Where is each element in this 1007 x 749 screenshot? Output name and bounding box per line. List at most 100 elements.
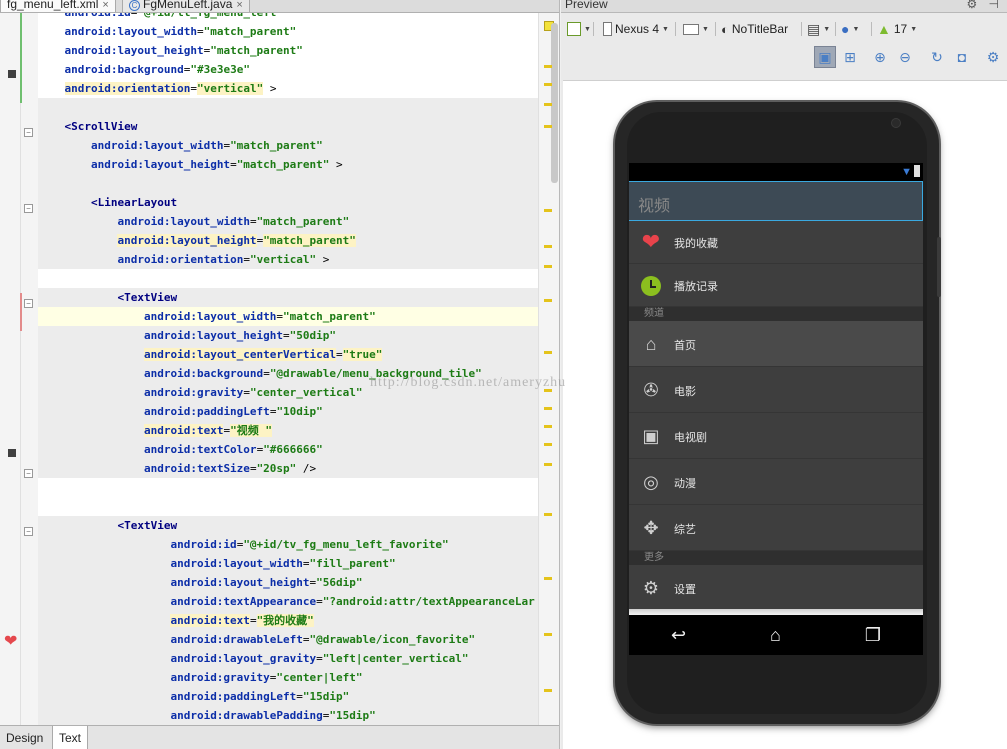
tab-fgmenuleft-java[interactable]: C FgMenuLeft.java × (122, 0, 250, 12)
device-label: Nexus 4 (615, 22, 660, 36)
fold-icon[interactable]: − (24, 128, 33, 137)
tab-label: FgMenuLeft.java (143, 0, 233, 11)
xml-value: "@+id/ll_fg_menu_left" (137, 13, 283, 19)
xml-attribute: android:paddingLeft (170, 690, 297, 703)
menu-item-anime[interactable]: ◎ 动漫 (629, 459, 923, 505)
theme-dropdown[interactable]: ◐ NoTitleBar (721, 18, 788, 40)
fold-icon[interactable]: − (24, 527, 33, 536)
home-icon[interactable]: ⌂ (770, 625, 781, 646)
code-line: android:layout_width="match_parent" (38, 136, 538, 155)
xml-value: "?android:attr/textAppearanceLar (322, 595, 535, 608)
device-screen: ▼ 视频 ❤ 我的收藏 播放记录 频道 ⌂ 首页 ✇ 电影 ▣ 电视剧 ◎ 动漫… (629, 163, 923, 655)
menu-item-home[interactable]: ⌂ 首页 (629, 321, 923, 367)
bookmark-icon[interactable] (8, 449, 16, 457)
preview-settings-button[interactable]: ⚙ (982, 46, 1004, 68)
tab-label: fg_menu_left.xml (7, 0, 99, 11)
chevron-down-icon: ▼ (702, 25, 709, 33)
camera-icon: ✥ (643, 517, 659, 538)
chevron-down-icon: ▼ (823, 25, 831, 33)
menu-header[interactable]: 视频 (629, 181, 923, 221)
android-icon: ▲ (877, 21, 891, 37)
code-line: android:layout_centerVertical="true" (38, 345, 538, 364)
fold-icon[interactable]: − (24, 299, 33, 308)
menu-item-label: 首页 (674, 340, 696, 352)
zoom-in-button[interactable]: ⊕ (869, 46, 891, 68)
menu-item-settings[interactable]: ⚙ 设置 (629, 565, 923, 611)
fold-icon[interactable]: − (24, 204, 33, 213)
code-line: android:text="视频 " (38, 421, 538, 440)
code-area[interactable]: android:id="@+id/ll_fg_menu_left" androi… (38, 13, 538, 725)
menu-item-favorite[interactable]: ❤ 我的收藏 (629, 221, 923, 264)
xml-attribute: android:layout_height (143, 329, 284, 342)
refresh-button[interactable]: ↻ (926, 46, 948, 68)
theme-icon: ◐ (721, 21, 729, 37)
palette-icon (567, 22, 581, 36)
xml-value: "#3e3e3e" (190, 63, 250, 76)
device-side-button (937, 237, 941, 297)
code-line: android:background="#3e3e3e" (64, 63, 250, 76)
menu-item-label: 动漫 (674, 478, 696, 490)
xml-value: "center|left" (276, 671, 363, 684)
theme-label: NoTitleBar (731, 22, 789, 36)
rotate-icon (683, 23, 699, 35)
xml-value: "vertical" (249, 253, 317, 266)
code-line: android:id="@+id/tv_fg_menu_left_favorit… (38, 535, 538, 554)
menu-item-label: 设置 (674, 584, 696, 596)
heart-icon: ❤ (641, 229, 661, 254)
gear-icon: ⚙ (986, 48, 1000, 65)
menu-item-history[interactable]: 播放记录 (629, 264, 923, 307)
orientation-dropdown[interactable]: ▼ (683, 18, 709, 40)
bookmark-icon[interactable] (8, 70, 16, 78)
preview-header: Preview ⚙ ⊣ (561, 0, 1007, 13)
xml-attribute: android:paddingLeft (143, 405, 270, 418)
editor-gutter: − − − − − ❤ (0, 13, 38, 725)
zoom-actual-button[interactable]: ⊞ (839, 46, 861, 68)
phone-icon (603, 22, 612, 36)
code-line: android:id="@+id/ll_fg_menu_left" (38, 13, 538, 22)
zoom-out-button[interactable]: ⊖ (894, 46, 916, 68)
xml-value: "match_parent" (230, 139, 323, 152)
xml-value: "left|center_vertical" (322, 652, 469, 665)
code-line: android:layout_width="match_parent" (38, 307, 538, 326)
palette-dropdown[interactable]: ▼ (567, 18, 591, 40)
locale-dropdown[interactable]: ● ▼ (841, 18, 859, 40)
close-icon[interactable]: × (236, 0, 242, 11)
preview-settings-icon[interactable]: ⚙ ⊣ (966, 0, 1003, 11)
xml-value: "@+id/tv_fg_menu_left_favorite" (243, 538, 449, 551)
back-icon[interactable]: ↩ (671, 625, 686, 646)
screenshot-button[interactable]: ◘ (951, 46, 973, 68)
xml-attribute: android:drawablePadding (170, 709, 323, 722)
zoom-actual-icon: ⊞ (844, 48, 856, 65)
recents-icon[interactable]: ❐ (865, 625, 881, 646)
code-line: android:paddingLeft="10dip" (38, 402, 538, 421)
editor-tab-bar: fg_menu_left.xml × C FgMenuLeft.java × (0, 0, 559, 13)
menu-item-variety[interactable]: ✥ 综艺 (629, 505, 923, 551)
menu-item-tv[interactable]: ▣ 电视剧 (629, 413, 923, 459)
scroll-thumb[interactable] (551, 23, 558, 183)
code-line: android:layout_gravity="left|center_vert… (38, 649, 538, 668)
refresh-icon: ↻ (931, 48, 943, 65)
code-line: <ScrollView (38, 117, 538, 136)
menu-item-movies[interactable]: ✇ 电影 (629, 367, 923, 413)
xml-value: "15dip" (302, 690, 350, 703)
device-dropdown[interactable]: Nexus 4 ▼ (603, 18, 669, 40)
tab-fg-menu-left-xml[interactable]: fg_menu_left.xml × (0, 0, 116, 12)
editor-scrollbar[interactable] (538, 13, 559, 725)
xml-value: "#666666" (263, 443, 323, 456)
xml-value: "@drawable/icon_favorite" (309, 633, 476, 646)
layout-dropdown[interactable]: ▤ ▼ (807, 18, 830, 40)
tab-text[interactable]: Text (52, 726, 89, 749)
battery-icon (914, 165, 920, 177)
tab-design[interactable]: Design (0, 726, 49, 749)
api-level-dropdown[interactable]: ▲ 17 ▼ (877, 18, 917, 40)
xml-tag: <TextView (117, 519, 178, 532)
fold-icon[interactable]: − (24, 469, 33, 478)
home-icon: ⌂ (645, 333, 657, 354)
wifi-icon: ▼ (901, 165, 920, 178)
code-line: android:drawablePadding="15dip" (38, 706, 538, 725)
code-line: android:layout_height="match_parent" (38, 231, 538, 250)
zoom-fit-button[interactable]: ▣ (814, 46, 836, 68)
close-icon[interactable]: × (102, 0, 108, 11)
